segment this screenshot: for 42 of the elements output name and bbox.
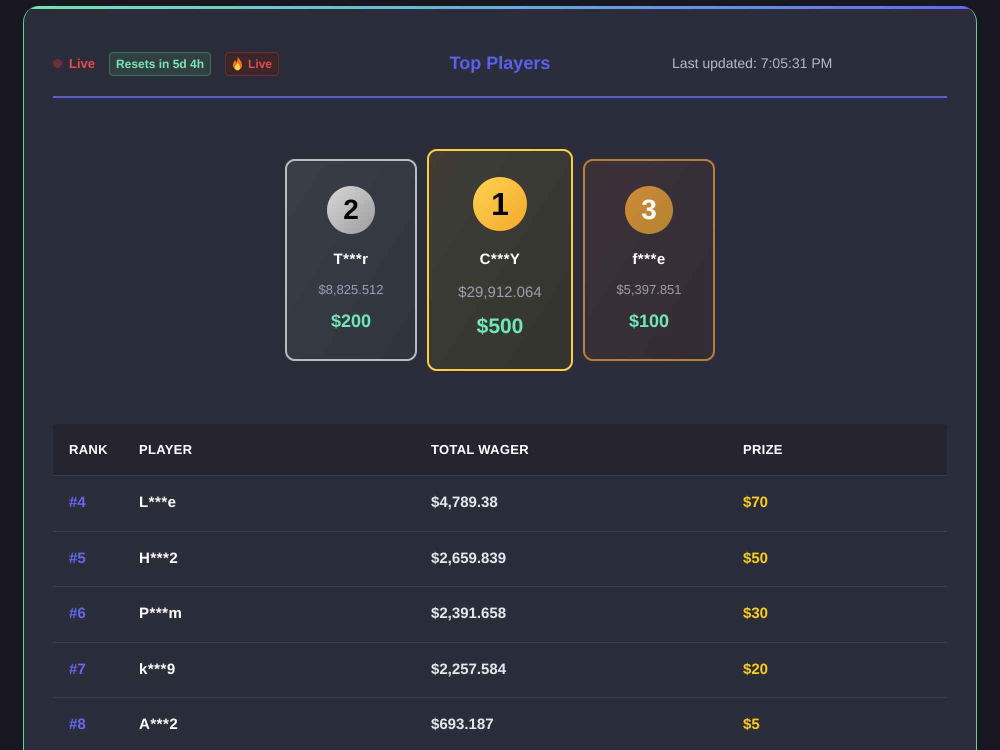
player-name: H***2 [139, 550, 178, 567]
prize-amount: $200 [330, 310, 372, 333]
player-name: L***e [139, 494, 177, 512]
wager-amount: $4,789.38 [431, 494, 498, 512]
page-title: Top Players [450, 52, 550, 75]
wager-amount: $8,825.512 [318, 281, 384, 299]
wager-amount: $693.187 [431, 716, 494, 734]
player-name: A***2 [139, 716, 178, 734]
rank-medal: 3 [625, 186, 673, 234]
wager-amount: $29,912.064 [458, 283, 542, 303]
rank-label: #8 [69, 716, 86, 734]
prize-amount: $50 [743, 550, 768, 567]
wager-amount: $2,257.584 [431, 660, 506, 678]
prize-amount: $100 [628, 310, 670, 333]
player-name: f***e [632, 250, 666, 270]
last-updated-text: Last updated: 7:05:31 PM [672, 54, 832, 73]
player-name: T***r [333, 250, 368, 270]
wager-amount: $2,391.658 [431, 605, 506, 622]
prize-amount: $30 [743, 605, 768, 622]
column-header: PLAYER [139, 442, 192, 456]
column-header: PRIZE [743, 442, 783, 456]
rank-label: #5 [69, 550, 86, 567]
prize-amount: $500 [476, 314, 524, 340]
player-name: k***9 [139, 660, 176, 678]
wager-amount: $5,397.851 [616, 281, 682, 299]
player-name: P***m [139, 605, 182, 622]
rank-label: #7 [69, 660, 86, 678]
rank-label: #4 [69, 494, 86, 512]
reset-timer-badge: Resets in 5d 4h [109, 52, 212, 76]
prize-amount: $70 [743, 494, 768, 512]
live-label: Live [248, 56, 272, 72]
rank-medal: 2 [327, 186, 375, 234]
prize-amount: $20 [743, 660, 768, 678]
column-header: TOTAL WAGER [431, 442, 529, 456]
rank-medal: 1 [473, 177, 527, 231]
wager-amount: $2,659.839 [431, 550, 506, 567]
prize-amount: $5 [743, 716, 760, 734]
rank-label: #6 [69, 605, 86, 622]
flame-icon [232, 56, 244, 71]
player-name: C***Y [480, 250, 520, 270]
live-label: Live [69, 54, 96, 73]
column-header: RANK [69, 442, 108, 456]
